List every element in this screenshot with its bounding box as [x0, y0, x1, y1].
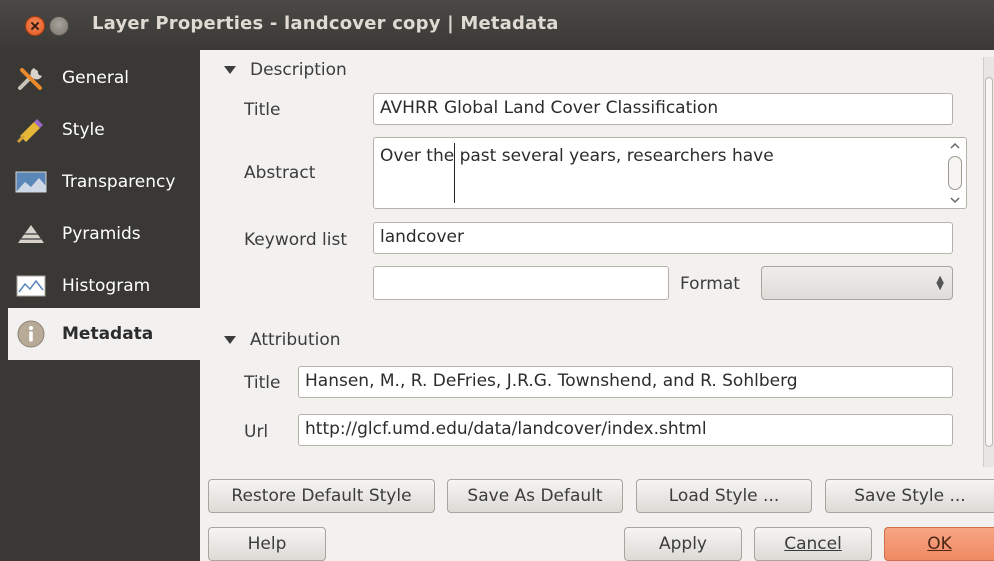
save-as-default-button[interactable]: Save As Default	[447, 479, 623, 513]
sidebar-item-label: Histogram	[62, 276, 151, 296]
sidebar-item-histogram[interactable]: Histogram	[0, 260, 200, 312]
apply-button[interactable]: Apply	[624, 527, 742, 561]
sidebar-item-label: Style	[62, 120, 105, 140]
close-window-button[interactable]	[25, 16, 45, 36]
info-icon	[14, 320, 48, 348]
format-label: Format	[680, 274, 740, 294]
sidebar-item-pyramids[interactable]: Pyramids	[0, 208, 200, 260]
text-caret	[454, 143, 455, 203]
help-button[interactable]: Help	[208, 527, 326, 561]
attribution-title-input[interactable]: Hansen, M., R. DeFries, J.R.G. Townshend…	[298, 366, 953, 398]
restore-default-style-button[interactable]: Restore Default Style	[208, 479, 435, 513]
title-bar: Layer Properties - landcover copy | Meta…	[0, 0, 994, 50]
format-select[interactable]: ▲ ▼	[761, 266, 953, 300]
attribution-url-label: Url	[244, 422, 269, 442]
cancel-label: Cancel	[784, 534, 842, 554]
panel-scroll-thumb[interactable]	[985, 77, 993, 447]
ok-button[interactable]: OK	[884, 527, 994, 561]
metadata-url-input[interactable]	[373, 266, 669, 300]
panel-scrollbar[interactable]	[983, 57, 994, 467]
load-style-button[interactable]: Load Style ...	[636, 479, 812, 513]
scroll-thumb[interactable]	[948, 156, 962, 190]
sidebar-item-label: Transparency	[62, 172, 176, 192]
title-label: Title	[244, 100, 281, 120]
section-heading: Description	[250, 60, 347, 80]
pyramid-icon	[14, 220, 48, 248]
abstract-text: Over the past several years, researchers…	[380, 146, 774, 166]
description-section-toggle[interactable]: Description	[224, 60, 347, 80]
histogram-icon	[14, 272, 48, 300]
sidebar-item-label: Pyramids	[62, 224, 141, 244]
ok-label: OK	[927, 534, 952, 554]
spin-arrows-icon: ▲ ▼	[936, 274, 944, 292]
attribution-url-input[interactable]: http://glcf.umd.edu/data/landcover/index…	[298, 414, 953, 446]
minimize-window-button[interactable]	[49, 16, 69, 36]
attribution-section-toggle[interactable]: Attribution	[224, 330, 341, 350]
wrench-icon	[14, 64, 48, 92]
keyword-list-label: Keyword list	[244, 230, 347, 250]
sidebar-item-metadata[interactable]: Metadata	[8, 308, 200, 360]
sidebar-item-style[interactable]: Style	[0, 104, 200, 156]
abstract-label: Abstract	[244, 163, 316, 183]
keyword-list-input[interactable]: landcover	[373, 222, 953, 254]
sidebar: General Style Transparency Pyramids Hist…	[0, 50, 200, 561]
transparency-icon	[14, 168, 48, 196]
window-title: Layer Properties - landcover copy | Meta…	[92, 13, 559, 34]
attribution-title-label: Title	[244, 373, 281, 393]
section-heading: Attribution	[250, 330, 341, 350]
sidebar-item-label: Metadata	[62, 324, 154, 344]
abstract-scrollbar[interactable]	[946, 140, 964, 206]
cancel-button[interactable]: Cancel	[754, 527, 872, 561]
scroll-up-icon	[950, 142, 960, 149]
scroll-down-icon	[950, 197, 960, 204]
sidebar-item-label: General	[62, 68, 129, 88]
collapse-triangle-icon	[224, 66, 236, 74]
sidebar-item-transparency[interactable]: Transparency	[0, 156, 200, 208]
collapse-triangle-icon	[224, 336, 236, 344]
sidebar-item-general[interactable]: General	[0, 52, 200, 104]
save-style-button[interactable]: Save Style ...	[825, 479, 994, 513]
abstract-textarea[interactable]: Over the past several years, researchers…	[373, 137, 967, 209]
paintbrush-icon	[14, 116, 48, 144]
metadata-panel: Description Title AVHRR Global Land Cove…	[210, 50, 994, 470]
title-input[interactable]: AVHRR Global Land Cover Classification	[373, 93, 953, 125]
